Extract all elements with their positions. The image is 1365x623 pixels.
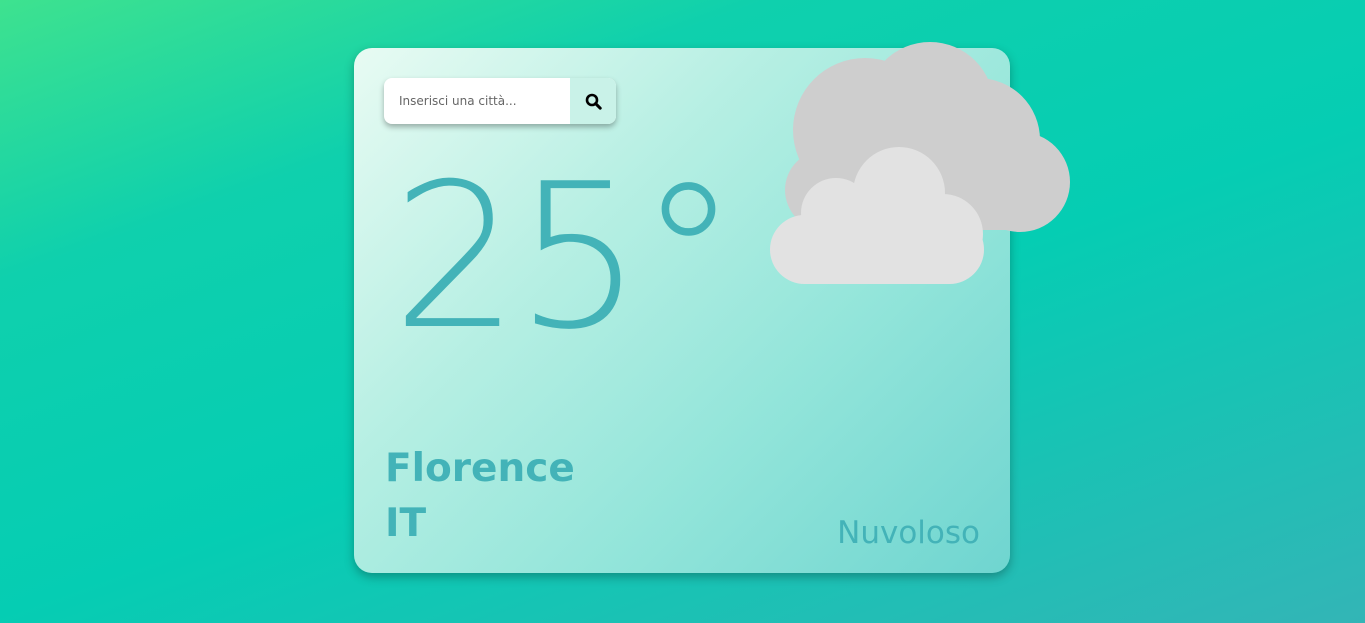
cloudy-icon xyxy=(770,42,1070,284)
weather-condition: Nuvoloso xyxy=(837,515,980,551)
city-search-input[interactable] xyxy=(384,78,570,124)
country-code: IT xyxy=(385,500,427,546)
search-icon xyxy=(585,93,602,110)
temperature-value: 25° xyxy=(392,141,738,374)
city-search xyxy=(384,78,616,124)
location: Florence IT xyxy=(385,442,575,551)
city-name: Florence xyxy=(385,446,575,491)
search-button[interactable] xyxy=(570,78,616,124)
